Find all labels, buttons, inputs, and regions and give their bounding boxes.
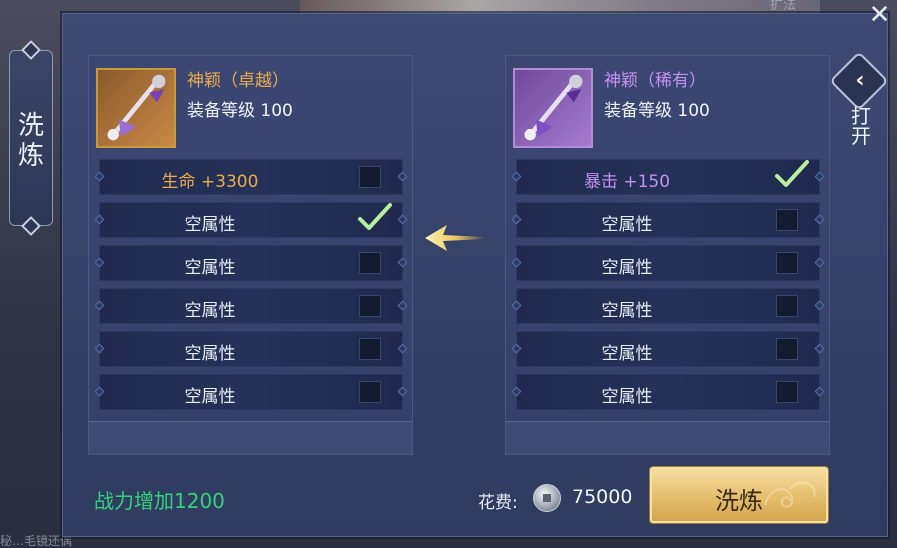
scepter-icon: [98, 70, 174, 146]
refine-side-tab-label: 洗炼: [17, 111, 44, 171]
attribute-lock-checkbox[interactable]: [359, 381, 381, 403]
chevron-left-icon[interactable]: ‹: [848, 66, 872, 96]
close-icon[interactable]: ✕: [862, 0, 897, 32]
expand-button-label: 打开: [851, 104, 871, 148]
refine-button-label: 洗炼: [715, 487, 763, 515]
new-equipment-panel: 神颖（稀有） 装备等级 100 暴击 +150 空属性 空属性 空属性 空属性 …: [505, 55, 830, 455]
refine-side-tab[interactable]: 洗炼: [9, 40, 53, 236]
attribute-list: 生命 +3300 空属性 空属性 空属性 空属性 空属性: [94, 159, 408, 417]
row-right-diamond-icon: [814, 300, 825, 311]
refine-button[interactable]: 洗炼: [650, 467, 828, 523]
attribute-label: 空属性: [601, 387, 653, 407]
attribute-label: 空属性: [184, 344, 236, 364]
background-text-top: 扩法: [770, 0, 797, 13]
attribute-row[interactable]: 空属性: [511, 331, 825, 367]
row-right-diamond-icon: [814, 171, 825, 182]
attribute-label: 生命 +3300: [161, 172, 259, 192]
row-right-diamond-icon: [814, 214, 825, 225]
attribute-row[interactable]: 空属性: [511, 202, 825, 238]
attribute-label: 空属性: [601, 344, 653, 364]
row-right-diamond-icon: [397, 171, 408, 182]
row-right-diamond-icon: [397, 300, 408, 311]
attribute-label: 空属性: [184, 387, 236, 407]
attribute-label: 空属性: [184, 215, 236, 235]
row-right-diamond-icon: [397, 386, 408, 397]
row-right-diamond-icon: [814, 257, 825, 268]
background-bottom-strip: 秘…毛镜还偶: [0, 534, 897, 548]
attribute-row[interactable]: 空属性: [511, 374, 825, 410]
attribute-lock-checkbox[interactable]: [359, 166, 381, 188]
attribute-row[interactable]: 生命 +3300: [94, 159, 408, 195]
cost-value: 75000: [572, 486, 633, 508]
current-equipment-panel: 神颖（卓越） 装备等级 100 生命 +3300 空属性 空属性 空属性 空属性…: [88, 55, 413, 455]
background-character-art: [300, 0, 820, 14]
attribute-lock-checkbox[interactable]: [776, 295, 798, 317]
row-right-diamond-icon: [814, 386, 825, 397]
equipment-icon-excellent[interactable]: [96, 68, 176, 148]
row-right-diamond-icon: [814, 343, 825, 354]
equipment-level: 装备等级 100: [187, 101, 293, 121]
attribute-label: 空属性: [601, 258, 653, 278]
scepter-icon: [515, 70, 591, 146]
attribute-row[interactable]: 空属性: [511, 288, 825, 324]
attribute-lock-checkbox[interactable]: [359, 295, 381, 317]
attribute-lock-checkbox[interactable]: [359, 338, 381, 360]
attribute-label: 空属性: [601, 215, 653, 235]
row-right-diamond-icon: [397, 257, 408, 268]
attribute-row[interactable]: 空属性: [94, 374, 408, 410]
row-right-diamond-icon: [397, 214, 408, 225]
cost-label: 花费:: [478, 493, 518, 513]
attribute-label: 空属性: [184, 301, 236, 321]
combat-power-increase: 战力增加1200: [94, 489, 225, 513]
checkmark-icon[interactable]: [354, 197, 394, 237]
refine-window: 神颖（卓越） 装备等级 100 生命 +3300 空属性 空属性 空属性 空属性…: [62, 13, 888, 537]
equipment-name: 神颖（稀有）: [604, 71, 706, 91]
attribute-row[interactable]: 空属性: [94, 331, 408, 367]
panel-footer: [89, 421, 412, 454]
attribute-label: 空属性: [601, 301, 653, 321]
panel-footer: [506, 421, 829, 454]
checkmark-icon[interactable]: [771, 154, 811, 194]
attribute-row[interactable]: 空属性: [94, 245, 408, 281]
transfer-arrow-icon: [425, 225, 485, 251]
attribute-lock-checkbox[interactable]: [359, 252, 381, 274]
attribute-label: 空属性: [184, 258, 236, 278]
attribute-lock-checkbox[interactable]: [776, 338, 798, 360]
silver-coin-icon: [533, 484, 561, 512]
attribute-row[interactable]: 暴击 +150: [511, 159, 825, 195]
attribute-row[interactable]: 空属性: [94, 288, 408, 324]
equipment-level: 装备等级 100: [604, 101, 710, 121]
row-right-diamond-icon: [397, 343, 408, 354]
attribute-label: 暴击 +150: [583, 172, 671, 192]
attribute-row[interactable]: 空属性: [511, 245, 825, 281]
attribute-row[interactable]: 空属性: [94, 202, 408, 238]
equipment-icon-rare[interactable]: [513, 68, 593, 148]
attribute-lock-checkbox[interactable]: [776, 209, 798, 231]
attribute-list: 暴击 +150 空属性 空属性 空属性 空属性 空属性: [511, 159, 825, 417]
equipment-name: 神颖（卓越）: [187, 71, 289, 91]
attribute-lock-checkbox[interactable]: [776, 252, 798, 274]
attribute-lock-checkbox[interactable]: [776, 381, 798, 403]
